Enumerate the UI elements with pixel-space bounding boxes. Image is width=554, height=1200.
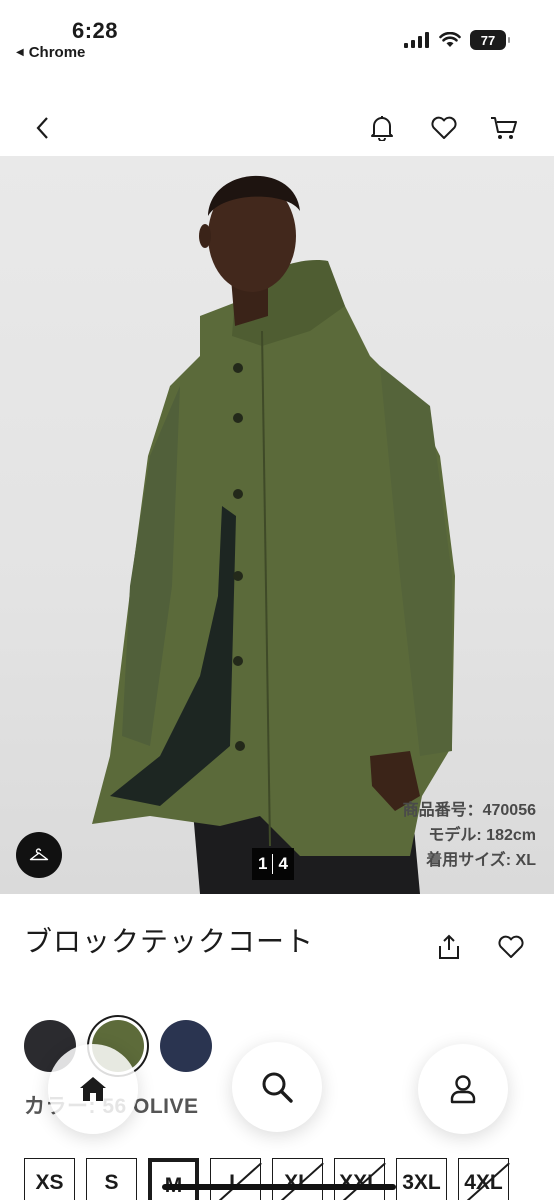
size-xxl[interactable]: XXL xyxy=(334,1158,385,1200)
status-bar: 6:28 ◀ Chrome 77 xyxy=(0,0,554,80)
back-to-app-link[interactable]: ◀ Chrome xyxy=(16,44,85,61)
home-icon xyxy=(80,1077,106,1101)
product-number: 商品番号：470056 xyxy=(402,802,536,819)
size-l[interactable]: L xyxy=(210,1158,261,1200)
wishlist-button[interactable] xyxy=(424,108,464,148)
signal-icon xyxy=(404,32,429,48)
size-3xl[interactable]: 3XL xyxy=(396,1158,447,1200)
app-header xyxy=(0,98,554,154)
status-time: 6:28 xyxy=(72,18,119,43)
back-chevron-icon xyxy=(36,117,48,139)
heart-icon xyxy=(498,935,524,958)
size-xl[interactable]: XL xyxy=(272,1158,323,1200)
product-title-row: ブロックテックコート xyxy=(0,912,554,972)
tab-home[interactable] xyxy=(48,1044,138,1134)
account-icon xyxy=(450,1075,476,1104)
cart-button[interactable] xyxy=(484,108,524,148)
battery-level: 77 xyxy=(480,32,496,48)
pager-current: 1 xyxy=(258,854,268,873)
size-selector: XS S M L XL XXL 3XL 4XL xyxy=(24,1158,509,1200)
product-meta: 商品番号：470056 モデル: 182cm 着用サイズ: XL xyxy=(403,798,536,873)
product-image-carousel[interactable]: 商品番号：470056 モデル: 182cm 着用サイズ: XL 1 4 xyxy=(0,156,554,894)
hanger-icon xyxy=(29,848,49,861)
back-button[interactable] xyxy=(22,108,62,148)
cart-icon xyxy=(491,117,517,139)
heart-icon xyxy=(431,116,457,139)
size-xs[interactable]: XS xyxy=(24,1158,75,1200)
model-height: モデル: 182cm xyxy=(428,827,536,844)
fitting-button[interactable] xyxy=(16,832,62,878)
bottom-tab-bar xyxy=(0,1040,554,1140)
home-indicator xyxy=(162,1184,396,1190)
back-triangle-icon: ◀ xyxy=(16,47,24,58)
battery-icon: 77 xyxy=(470,30,510,50)
size-m[interactable]: M xyxy=(148,1158,199,1200)
size-worn: 着用サイズ: XL xyxy=(426,852,536,869)
share-button[interactable] xyxy=(430,928,468,966)
size-4xl[interactable]: 4XL xyxy=(458,1158,509,1200)
product-photo xyxy=(92,175,455,894)
tab-search[interactable] xyxy=(232,1042,322,1132)
bell-icon xyxy=(371,116,393,141)
search-icon xyxy=(262,1072,293,1103)
tab-account[interactable] xyxy=(418,1044,508,1134)
status-icons: 77 xyxy=(404,30,510,50)
back-app-label: Chrome xyxy=(28,44,86,61)
product-title: ブロックテックコート xyxy=(24,926,315,957)
share-icon xyxy=(439,934,459,959)
pager-total: 4 xyxy=(278,854,288,873)
wifi-icon xyxy=(439,32,461,47)
size-s[interactable]: S xyxy=(86,1158,137,1200)
image-pager: 1 4 xyxy=(252,848,294,880)
favorite-button[interactable] xyxy=(492,928,530,966)
pager-divider xyxy=(272,854,274,874)
notifications-button[interactable] xyxy=(362,108,402,148)
